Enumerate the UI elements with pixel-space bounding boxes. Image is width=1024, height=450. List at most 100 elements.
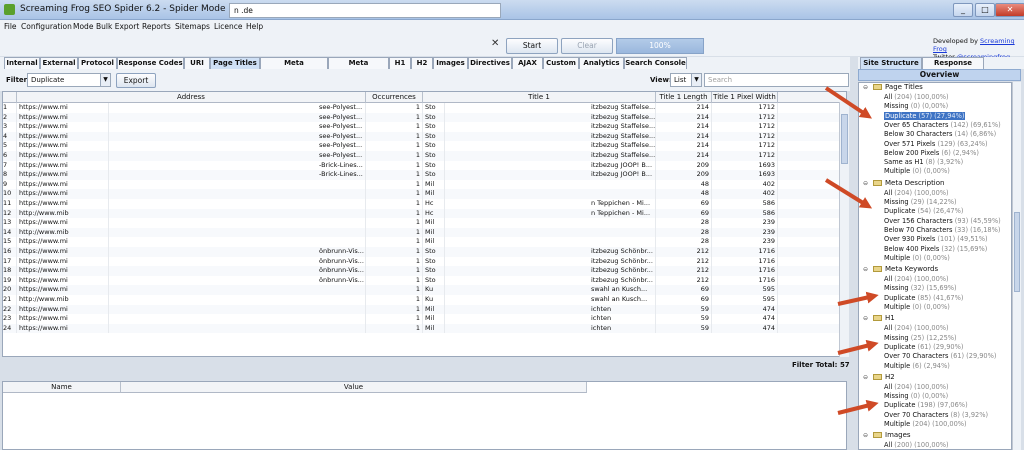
column-header-occurrences[interactable]: Occurrences: [366, 92, 423, 103]
tree-item[interactable]: All (204) (100,00%): [884, 383, 949, 391]
menu-help[interactable]: Help: [246, 22, 263, 31]
tree-item[interactable]: All (204) (100,00%): [884, 275, 949, 283]
tree-item[interactable]: Duplicate (57) (27,94%): [884, 111, 966, 120]
table-row[interactable]: 9 https://www.mi 1 Mil 48 402: [3, 179, 846, 190]
menu-licence[interactable]: Licence: [214, 22, 243, 31]
tree-group[interactable]: ⊖ H2: [863, 373, 895, 381]
tree-item[interactable]: Below 70 Characters (33) (16,18%): [884, 226, 1000, 234]
tree-item[interactable]: All (204) (100,00%): [884, 93, 949, 101]
column-header-address[interactable]: Address: [17, 92, 366, 103]
tab-site-structure[interactable]: Site Structure: [860, 57, 922, 69]
column-header-name[interactable]: Name: [3, 382, 121, 393]
column-header-title-1[interactable]: Title 1: [423, 92, 656, 103]
tree-item[interactable]: Same as H1 (8) (3,92%): [884, 158, 963, 166]
tab-directives[interactable]: Directives: [468, 57, 512, 69]
close-button[interactable]: ✕: [995, 3, 1024, 17]
menu-sitemaps[interactable]: Sitemaps: [175, 22, 210, 31]
tab-h1[interactable]: H1: [389, 57, 411, 69]
table-row[interactable]: 11 https://www.mi 1 Hc n Teppichen - Mi... 69…: [3, 199, 846, 209]
tree-item[interactable]: Below 30 Characters (14) (6,86%): [884, 130, 996, 138]
collapse-icon[interactable]: ⊖: [863, 180, 868, 187]
tree-item[interactable]: Multiple (0) (0,00%): [884, 303, 950, 311]
table-row[interactable]: 13 https://www.mi 1 Mil 28 239: [3, 218, 846, 228]
tree-item[interactable]: Missing (0) (0,00%): [884, 102, 948, 110]
clear-url-icon[interactable]: ✕: [491, 38, 499, 49]
collapse-icon[interactable]: ⊖: [863, 374, 868, 381]
table-row[interactable]: 18 https://www.mi önbrunn-Vis... 1 Sto itzbez…: [3, 266, 846, 276]
tree-item[interactable]: All (204) (100,00%): [884, 189, 949, 197]
tab-internal[interactable]: Internal: [4, 57, 40, 69]
table-row[interactable]: 21 http://www.mib 1 Ku swahl an Kusch... 69 59…: [3, 295, 846, 305]
tree-item[interactable]: Over 571 Pixels (129) (63,24%): [884, 140, 988, 148]
menu-file[interactable]: File: [4, 22, 17, 31]
tree-item[interactable]: Over 70 Characters (61) (29,90%): [884, 352, 996, 360]
menu-configuration[interactable]: Configuration: [21, 22, 72, 31]
scrollbar-thumb[interactable]: [1014, 212, 1020, 292]
tab-search-console[interactable]: Search Console: [624, 57, 687, 69]
collapse-icon[interactable]: ⊖: [863, 84, 868, 91]
tree-item[interactable]: Multiple (6) (2,94%): [884, 362, 950, 370]
table-row[interactable]: 1 https://www.mi see-Polyest... 1 Sto itzbezu…: [3, 103, 846, 113]
tree-group[interactable]: ⊖ Meta Description: [863, 179, 944, 187]
tab-h2[interactable]: H2: [411, 57, 433, 69]
tree-item[interactable]: Duplicate (85) (41,67%): [884, 294, 963, 302]
tab-page-titles[interactable]: Page Titles: [210, 57, 260, 69]
tree-item[interactable]: Below 400 Pixels (32) (15,69%): [884, 245, 987, 253]
table-row[interactable]: 4 https://www.mi see-Polyest... 1 Sto itzbezu…: [3, 131, 846, 142]
tree-item[interactable]: Over 70 Characters (8) (3,92%): [884, 411, 988, 419]
collapse-icon[interactable]: ⊖: [863, 432, 868, 439]
tree-group[interactable]: ⊖ Images: [863, 431, 911, 439]
menu-bulk-export[interactable]: Bulk Export: [96, 22, 139, 31]
tab-ajax[interactable]: AJAX: [512, 57, 543, 69]
maximize-button[interactable]: □: [975, 3, 995, 17]
tree-item[interactable]: Duplicate (54) (26,47%): [884, 207, 963, 215]
tab-protocol[interactable]: Protocol: [78, 57, 117, 69]
table-row[interactable]: 20 https://www.mi 1 Ku swahl an Kusch... 69 59…: [3, 285, 846, 295]
tree-item[interactable]: Missing (25) (12,25%): [884, 334, 957, 342]
table-scrollbar[interactable]: [839, 102, 849, 357]
tree-item[interactable]: All (200) (100,00%): [884, 441, 949, 449]
tree-item[interactable]: Missing (0) (0,00%): [884, 392, 948, 400]
tree-item[interactable]: Duplicate (61) (29,90%): [884, 343, 963, 351]
tab-custom[interactable]: Custom: [543, 57, 579, 69]
tab-analytics[interactable]: Analytics: [579, 57, 624, 69]
table-row[interactable]: 5 https://www.mi see-Polyest... 1 Sto itzbezu…: [3, 141, 846, 151]
menu-mode[interactable]: Mode: [73, 22, 93, 31]
table-row[interactable]: 10 https://www.mi 1 Mil 48 402: [3, 189, 846, 199]
minimize-button[interactable]: _: [953, 3, 973, 17]
column-header-value[interactable]: Value: [121, 382, 587, 393]
tree-item[interactable]: Missing (29) (14,22%): [884, 198, 957, 206]
table-row[interactable]: 2 https://www.mi see-Polyest... 1 Sto itzbezu…: [3, 112, 846, 123]
table-row[interactable]: 15 https://www.mi 1 Mil 28 239: [3, 237, 846, 247]
clear-button[interactable]: Clear: [561, 38, 613, 54]
menu-reports[interactable]: Reports: [142, 22, 171, 31]
tab-meta-description[interactable]: Meta Description: [260, 57, 328, 78]
table-row[interactable]: 17 https://www.mi önbrunn-Vis... 1 Sto itzbez…: [3, 256, 846, 267]
table-row[interactable]: 8 https://www.mi -Brick-Lines... 1 Sto itzbez…: [3, 170, 846, 180]
tree-item[interactable]: Multiple (0) (0,00%): [884, 254, 950, 262]
tree-item[interactable]: Over 65 Characters (142) (69,61%): [884, 121, 1001, 129]
tree-item[interactable]: Multiple (0) (0,00%): [884, 167, 950, 175]
table-row[interactable]: 3 https://www.mi see-Polyest... 1 Sto itzbezu…: [3, 122, 846, 132]
table-row[interactable]: 24 https://www.mi 1 Mil ichten 59 474: [3, 323, 846, 334]
scrollbar-thumb[interactable]: [841, 114, 848, 164]
table-row[interactable]: 16 https://www.mi önbrunn-Vis... 1 Sto itzbez…: [3, 247, 846, 257]
tree-item[interactable]: All (204) (100,00%): [884, 324, 949, 332]
table-row[interactable]: 19 https://www.mi önbrunn-Vis... 1 Sto itzbez…: [3, 275, 846, 286]
column-header-title-length[interactable]: Title 1 Length: [656, 92, 712, 103]
table-row[interactable]: 14 http://www.mib 1 Mil 28 239: [3, 227, 846, 238]
collapse-icon[interactable]: ⊖: [863, 315, 868, 322]
tree-item[interactable]: Missing (32) (15,69%): [884, 284, 957, 292]
table-row[interactable]: 22 https://www.mi 1 Mil ichten 59 474: [3, 304, 846, 315]
view-select[interactable]: List ▼: [670, 73, 702, 87]
start-button[interactable]: Start: [506, 38, 558, 54]
tab-response-codes[interactable]: Response Codes: [117, 57, 184, 69]
tree-item[interactable]: Multiple (204) (100,00%): [884, 420, 967, 428]
tree-item[interactable]: Duplicate (198) (97,06%): [884, 401, 968, 409]
collapse-icon[interactable]: ⊖: [863, 266, 868, 273]
overview-scrollbar[interactable]: [1012, 82, 1021, 450]
url-input[interactable]: n .de: [229, 3, 501, 18]
search-input[interactable]: Search: [704, 73, 849, 87]
table-row[interactable]: 23 https://www.mi 1 Mil ichten 59 474: [3, 314, 846, 324]
tree-item[interactable]: Over 930 Pixels (101) (49,51%): [884, 235, 988, 243]
